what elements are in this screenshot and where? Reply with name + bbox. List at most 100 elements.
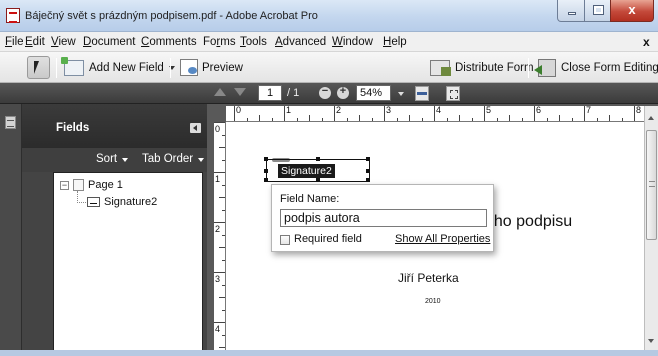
- ruler-number: 1: [215, 174, 221, 184]
- ruler-tick: [222, 259, 225, 261]
- ruler-tick: [271, 118, 273, 121]
- page-navigation-bar: 1 / 1 54%: [0, 83, 658, 104]
- vertical-scrollbar[interactable]: [644, 106, 658, 356]
- document-year: 2010: [425, 298, 441, 305]
- menu-comments[interactable]: Comments: [141, 36, 197, 48]
- window-frame-bottom: [0, 350, 658, 356]
- close-document-button[interactable]: x: [643, 35, 650, 49]
- scroll-up-icon[interactable]: [648, 116, 654, 120]
- ruler-tick: [584, 106, 585, 121]
- title-bar: Báječný svět s prázdným podpisem.pdf - A…: [0, 0, 658, 32]
- fit-page-icon[interactable]: [415, 86, 429, 101]
- close-window-button[interactable]: x: [610, 0, 654, 22]
- menu-tools[interactable]: Tools: [240, 36, 267, 48]
- minimize-button[interactable]: [557, 0, 585, 22]
- tab-order-label: Tab Order: [142, 153, 194, 165]
- required-field-label[interactable]: Required field: [294, 233, 362, 245]
- ruler-tick: [609, 115, 610, 121]
- ruler-tick: [534, 106, 535, 121]
- fields-tree: − Page 1 Signature2: [53, 172, 203, 352]
- page-number-input[interactable]: 1: [258, 85, 282, 101]
- add-field-icon: [61, 56, 84, 76]
- resize-handle[interactable]: [366, 169, 370, 173]
- tab-order-button[interactable]: Tab Order: [142, 153, 205, 165]
- ruler-tick: [222, 309, 225, 311]
- resize-handle[interactable]: [264, 178, 268, 182]
- add-new-field-button[interactable]: Add New Field: [61, 52, 175, 83]
- resize-handle[interactable]: [264, 157, 268, 161]
- ruler-tick: [509, 115, 510, 121]
- resize-handle[interactable]: [316, 178, 320, 182]
- ruler-tick: [309, 115, 310, 121]
- distribute-form-button[interactable]: Distribute Form: [430, 52, 534, 83]
- ruler-tick: [471, 118, 473, 121]
- preview-label: Preview: [202, 61, 243, 74]
- chevron-down-icon: [122, 158, 129, 162]
- close-form-editing-button[interactable]: Close Form Editing: [534, 52, 658, 83]
- minimize-icon: [568, 12, 576, 15]
- ruler-tick: [214, 322, 225, 323]
- scrollbar-thumb[interactable]: [646, 130, 657, 240]
- tree-collapse-toggle[interactable]: −: [60, 181, 69, 190]
- maximize-button[interactable]: [584, 0, 611, 22]
- window-title: Báječný svět s prázdným podpisem.pdf - A…: [25, 10, 318, 22]
- zoom-out-icon[interactable]: [319, 85, 331, 99]
- next-page-icon[interactable]: [234, 88, 246, 96]
- collapse-panel-icon[interactable]: [190, 123, 201, 133]
- resize-handle[interactable]: [366, 178, 370, 182]
- menu-advanced[interactable]: Advanced: [275, 36, 326, 48]
- ruler-number: 0: [236, 105, 242, 115]
- ruler-tick: [346, 118, 348, 121]
- sort-button[interactable]: Sort: [96, 153, 129, 165]
- document-author: Jiří Peterka: [398, 271, 459, 285]
- ruler-tick: [246, 118, 248, 121]
- acrobat-app-icon[interactable]: [6, 8, 20, 23]
- ruler-tick: [219, 347, 225, 348]
- tree-item-signature2[interactable]: Signature2: [104, 196, 157, 208]
- previous-page-icon[interactable]: [214, 88, 226, 96]
- distribute-form-label: Distribute Form: [455, 61, 534, 74]
- select-object-tool-button[interactable]: [27, 56, 50, 79]
- zoom-in-icon[interactable]: [337, 85, 349, 99]
- full-screen-icon[interactable]: [446, 86, 460, 101]
- menu-file[interactable]: File: [5, 36, 24, 48]
- ruler-tick: [421, 118, 423, 121]
- ruler-tick: [334, 106, 335, 121]
- navigation-pane-strip: [0, 104, 22, 356]
- fields-panel-icon[interactable]: [5, 116, 16, 129]
- toolbar-divider: [170, 58, 171, 78]
- ruler-tick: [234, 106, 235, 121]
- field-name-input[interactable]: podpis autora: [280, 209, 487, 227]
- menu-help[interactable]: Help: [383, 36, 407, 48]
- zoom-level-input[interactable]: 54%: [356, 85, 391, 101]
- menu-document[interactable]: Document: [83, 36, 135, 48]
- resize-handle[interactable]: [366, 157, 370, 161]
- ruler-number: 4: [436, 105, 442, 115]
- horizontal-ruler: 0 1 2 3 4 5 6 7 8: [226, 105, 644, 122]
- close-form-editing-label: Close Form Editing: [561, 61, 658, 74]
- zoom-dropdown-icon[interactable]: [398, 92, 404, 96]
- ruler-tick: [634, 106, 635, 121]
- ruler-tick: [222, 184, 225, 186]
- add-new-field-label: Add New Field: [89, 61, 164, 74]
- required-field-checkbox[interactable]: [280, 235, 290, 245]
- close-form-editing-icon: [534, 58, 556, 77]
- resize-handle[interactable]: [264, 169, 268, 173]
- sort-label: Sort: [96, 153, 118, 165]
- menu-view[interactable]: View: [51, 36, 76, 48]
- menu-forms[interactable]: Forms: [203, 36, 236, 48]
- scroll-down-icon[interactable]: [648, 339, 654, 343]
- ruler-tick: [222, 334, 225, 336]
- preview-button[interactable]: Preview: [180, 52, 243, 83]
- document-area: 0 1 2 3 4 5 6 7 8 0 1 2 3 4 Signature2 ého podpisu J…: [207, 104, 658, 356]
- menu-edit[interactable]: Edit: [25, 36, 45, 48]
- ruler-tick: [222, 134, 225, 136]
- ruler-number: 1: [286, 105, 292, 115]
- fields-panel-toolbar: Sort Tab Order: [22, 148, 207, 172]
- chevron-down-icon: [198, 158, 205, 162]
- menu-window[interactable]: Window: [332, 36, 373, 48]
- tree-item-page[interactable]: Page 1: [88, 179, 123, 191]
- pdf-page[interactable]: Signature2 ého podpisu Jiří Peterka 2010…: [226, 122, 644, 356]
- show-all-properties-link[interactable]: Show All Properties: [395, 233, 490, 245]
- resize-handle[interactable]: [316, 157, 320, 161]
